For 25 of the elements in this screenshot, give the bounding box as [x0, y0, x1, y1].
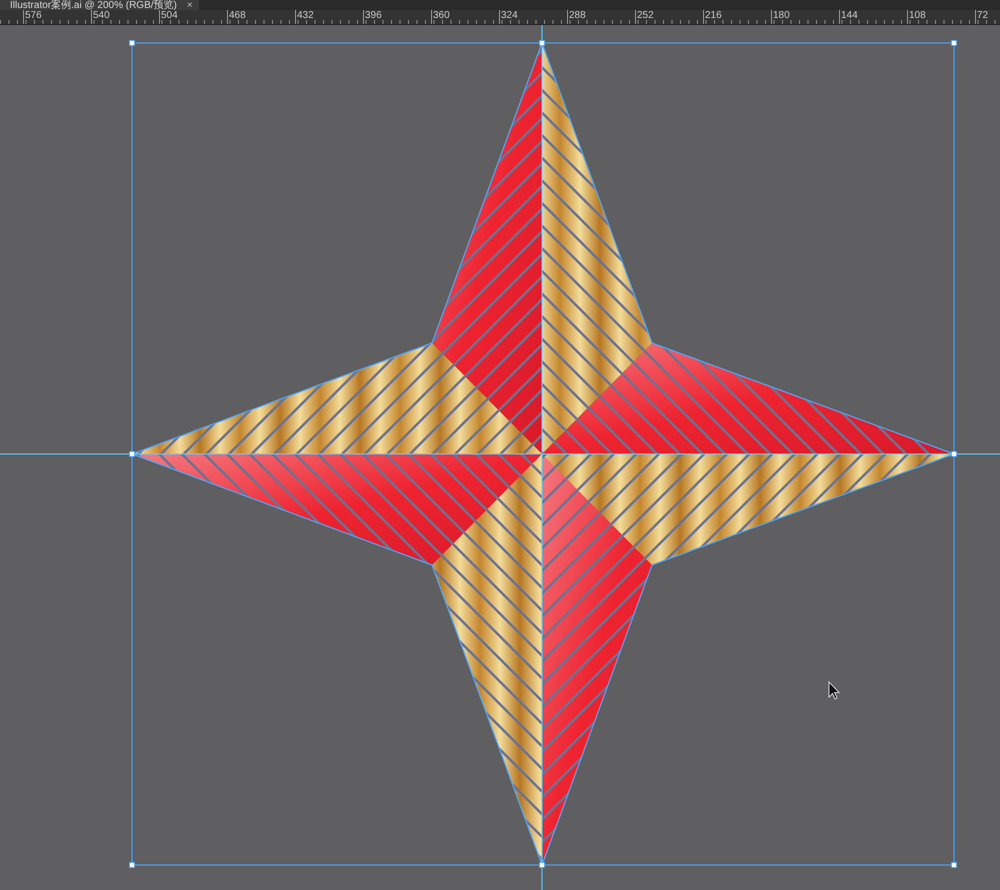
cursor-icon [828, 681, 840, 700]
ruler-label: 540 [91, 10, 159, 24]
ruler-label: 180 [771, 10, 839, 24]
ruler-label: 576 [23, 10, 91, 24]
ruler-label: 144 [839, 10, 907, 24]
ruler-label: 432 [295, 10, 363, 24]
resize-handle[interactable] [129, 451, 135, 457]
ruler-label: 108 [907, 10, 975, 24]
ruler-label: 468 [227, 10, 295, 24]
ruler-label: 360 [431, 10, 499, 24]
resize-handle[interactable] [951, 451, 957, 457]
ruler-label: 72 [975, 10, 1000, 24]
ruler-label: 324 [499, 10, 567, 24]
ruler-label: 288 [567, 10, 635, 24]
resize-handle[interactable] [951, 862, 957, 868]
resize-handle[interactable] [539, 862, 545, 868]
resize-handle[interactable] [539, 40, 545, 46]
resize-handle[interactable] [129, 40, 135, 46]
ruler-label: 252 [635, 10, 703, 24]
resize-handle[interactable] [951, 40, 957, 46]
ruler-label: 216 [703, 10, 771, 24]
close-button[interactable]: × [186, 0, 193, 10]
ruler-label: 504 [159, 10, 227, 24]
ruler-label: 396 [363, 10, 431, 24]
resize-handle[interactable] [129, 862, 135, 868]
